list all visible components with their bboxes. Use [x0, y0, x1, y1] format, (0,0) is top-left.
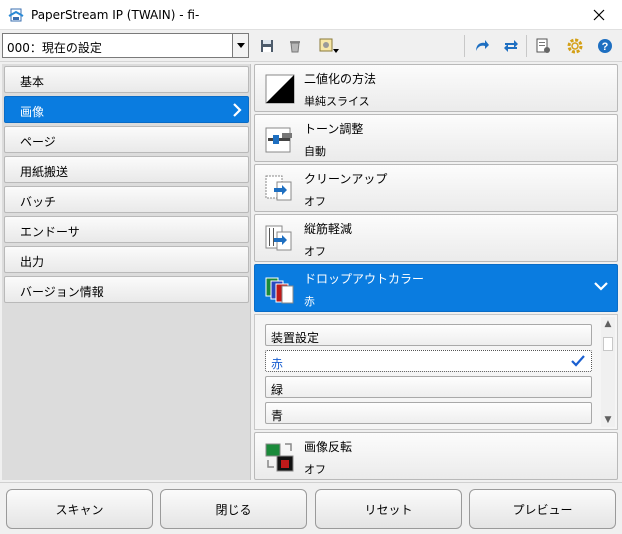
- settings-panel: 二値化の方法 単純スライス トーン調整 自動 クリーンアップ オフ 縦筋軽減 オ…: [252, 64, 620, 480]
- nav-item-output[interactable]: 出力: [4, 246, 249, 273]
- caret-down-icon: [236, 43, 245, 48]
- swap-arrows-icon: [504, 40, 518, 52]
- gear-icon: [567, 38, 583, 54]
- help-button[interactable]: ?: [594, 35, 616, 57]
- option-label: 緑: [271, 383, 284, 397]
- setting-title: クリーンアップ: [304, 172, 388, 186]
- setting-title: 画像反転: [304, 440, 353, 454]
- window-title: PaperStream IP (TWAIN) - fi-: [31, 8, 200, 22]
- scroll-up-arrow-icon[interactable]: ▲: [601, 317, 615, 331]
- setting-value: 赤: [304, 295, 315, 308]
- svg-text:?: ?: [602, 41, 609, 53]
- binarization-icon: [265, 74, 295, 104]
- scroll-thumb[interactable]: [603, 337, 613, 351]
- setting-tone[interactable]: トーン調整 自動: [254, 114, 618, 162]
- setting-value: オフ: [304, 195, 326, 208]
- setting-binarization[interactable]: 二値化の方法 単純スライス: [254, 64, 618, 112]
- profile-settings-icon: [319, 38, 339, 53]
- nav-item-label: ページ: [20, 135, 56, 149]
- nav-item-label: バージョン情報: [20, 285, 104, 299]
- nav-item-label: 基本: [20, 75, 45, 89]
- dropout-option-red[interactable]: 赤: [265, 350, 592, 372]
- close-button[interactable]: 閉じる: [160, 489, 307, 529]
- return-arrow-icon: [476, 40, 489, 51]
- chevron-right-icon: [233, 103, 242, 117]
- setting-value: オフ: [304, 245, 326, 258]
- image-invert-icon: [265, 443, 294, 472]
- nav-item-label: 画像: [20, 105, 45, 119]
- dropout-option-green[interactable]: 緑: [265, 376, 592, 398]
- nav-item-label: エンドーサ: [20, 225, 80, 239]
- title-bar: PaperStream IP (TWAIN) - fi-: [0, 0, 622, 30]
- option-label: 装置設定: [271, 331, 320, 345]
- nav-item-image[interactable]: 画像: [4, 96, 249, 123]
- tone-adjust-icon: [265, 127, 292, 153]
- paperstream-app-icon: [8, 8, 24, 22]
- scan-button[interactable]: スキャン: [6, 489, 153, 529]
- dropout-option-device[interactable]: 装置設定: [265, 324, 592, 346]
- scroll-down-arrow-icon[interactable]: ▼: [601, 413, 615, 427]
- setting-title: ドロップアウトカラー: [304, 272, 425, 286]
- option-label: 青: [271, 409, 284, 423]
- cleanup-icon: [265, 175, 292, 201]
- dropout-option-blue[interactable]: 青: [265, 402, 592, 424]
- profile-menu-button[interactable]: [316, 35, 342, 57]
- chevron-down-icon: [594, 282, 608, 291]
- profile-dropdown-button[interactable]: [232, 34, 248, 57]
- setting-streak-reduction[interactable]: 縦筋軽減 オフ: [254, 214, 618, 262]
- setting-cleanup[interactable]: クリーンアップ オフ: [254, 164, 618, 212]
- close-window-button[interactable]: [576, 0, 622, 30]
- help-icon: ?: [598, 39, 612, 53]
- settings-button[interactable]: [564, 35, 586, 57]
- setting-title: 二値化の方法: [304, 72, 377, 86]
- save-icon: [261, 40, 273, 52]
- profile-select-value: 000：現在の設定: [7, 41, 102, 55]
- nav-item-label: バッチ: [20, 195, 57, 209]
- setting-dropout-color[interactable]: ドロップアウトカラー 赤: [254, 264, 618, 312]
- profile-select[interactable]: 000：現在の設定: [2, 33, 249, 58]
- close-icon: [593, 9, 605, 21]
- toolbar-separator: [464, 35, 465, 57]
- scan-settings-button[interactable]: [532, 35, 554, 57]
- nav-item-label: 出力: [20, 255, 45, 269]
- reset-button[interactable]: リセット: [315, 489, 462, 529]
- options-scrollbar[interactable]: ▲ ▼: [601, 317, 615, 427]
- preview-button[interactable]: プレビュー: [469, 489, 616, 529]
- toolbar-separator: [526, 35, 527, 57]
- nav-item-batch[interactable]: バッチ: [4, 186, 249, 213]
- nav-item-version-info[interactable]: バージョン情報: [4, 276, 249, 303]
- dropout-color-icon: [265, 277, 294, 304]
- setting-value: オフ: [304, 463, 326, 476]
- toolbar: 000：現在の設定 ?: [0, 30, 622, 62]
- option-label: 赤: [271, 357, 284, 371]
- nav-item-basic[interactable]: 基本: [4, 66, 249, 93]
- dropout-options-list: 装置設定 赤 緑 青 ▲ ▼: [254, 314, 618, 430]
- save-profile-button[interactable]: [256, 35, 278, 57]
- restore-button[interactable]: [470, 35, 492, 57]
- nav-item-label: 用紙搬送: [20, 165, 69, 179]
- setting-image-invert[interactable]: 画像反転 オフ: [254, 432, 618, 480]
- trash-icon: [290, 41, 300, 53]
- document-settings-icon: [536, 38, 550, 53]
- category-nav: 基本 画像 ページ 用紙搬送 バッチ エンドーサ 出力 バージョン情報: [2, 64, 251, 480]
- nav-item-page[interactable]: ページ: [4, 126, 249, 153]
- setting-title: 縦筋軽減: [304, 222, 353, 236]
- setting-title: トーン調整: [304, 122, 364, 136]
- nav-item-endorser[interactable]: エンドーサ: [4, 216, 249, 243]
- nav-item-paper-feed[interactable]: 用紙搬送: [4, 156, 249, 183]
- setting-value: 自動: [304, 145, 326, 158]
- delete-profile-button[interactable]: [284, 35, 306, 57]
- checkmark-icon: [571, 355, 585, 367]
- setting-value: 単純スライス: [304, 95, 370, 108]
- streak-reduction-icon: [265, 225, 292, 251]
- action-bar: スキャン 閉じる リセット プレビュー: [0, 482, 622, 534]
- swap-button[interactable]: [500, 35, 522, 57]
